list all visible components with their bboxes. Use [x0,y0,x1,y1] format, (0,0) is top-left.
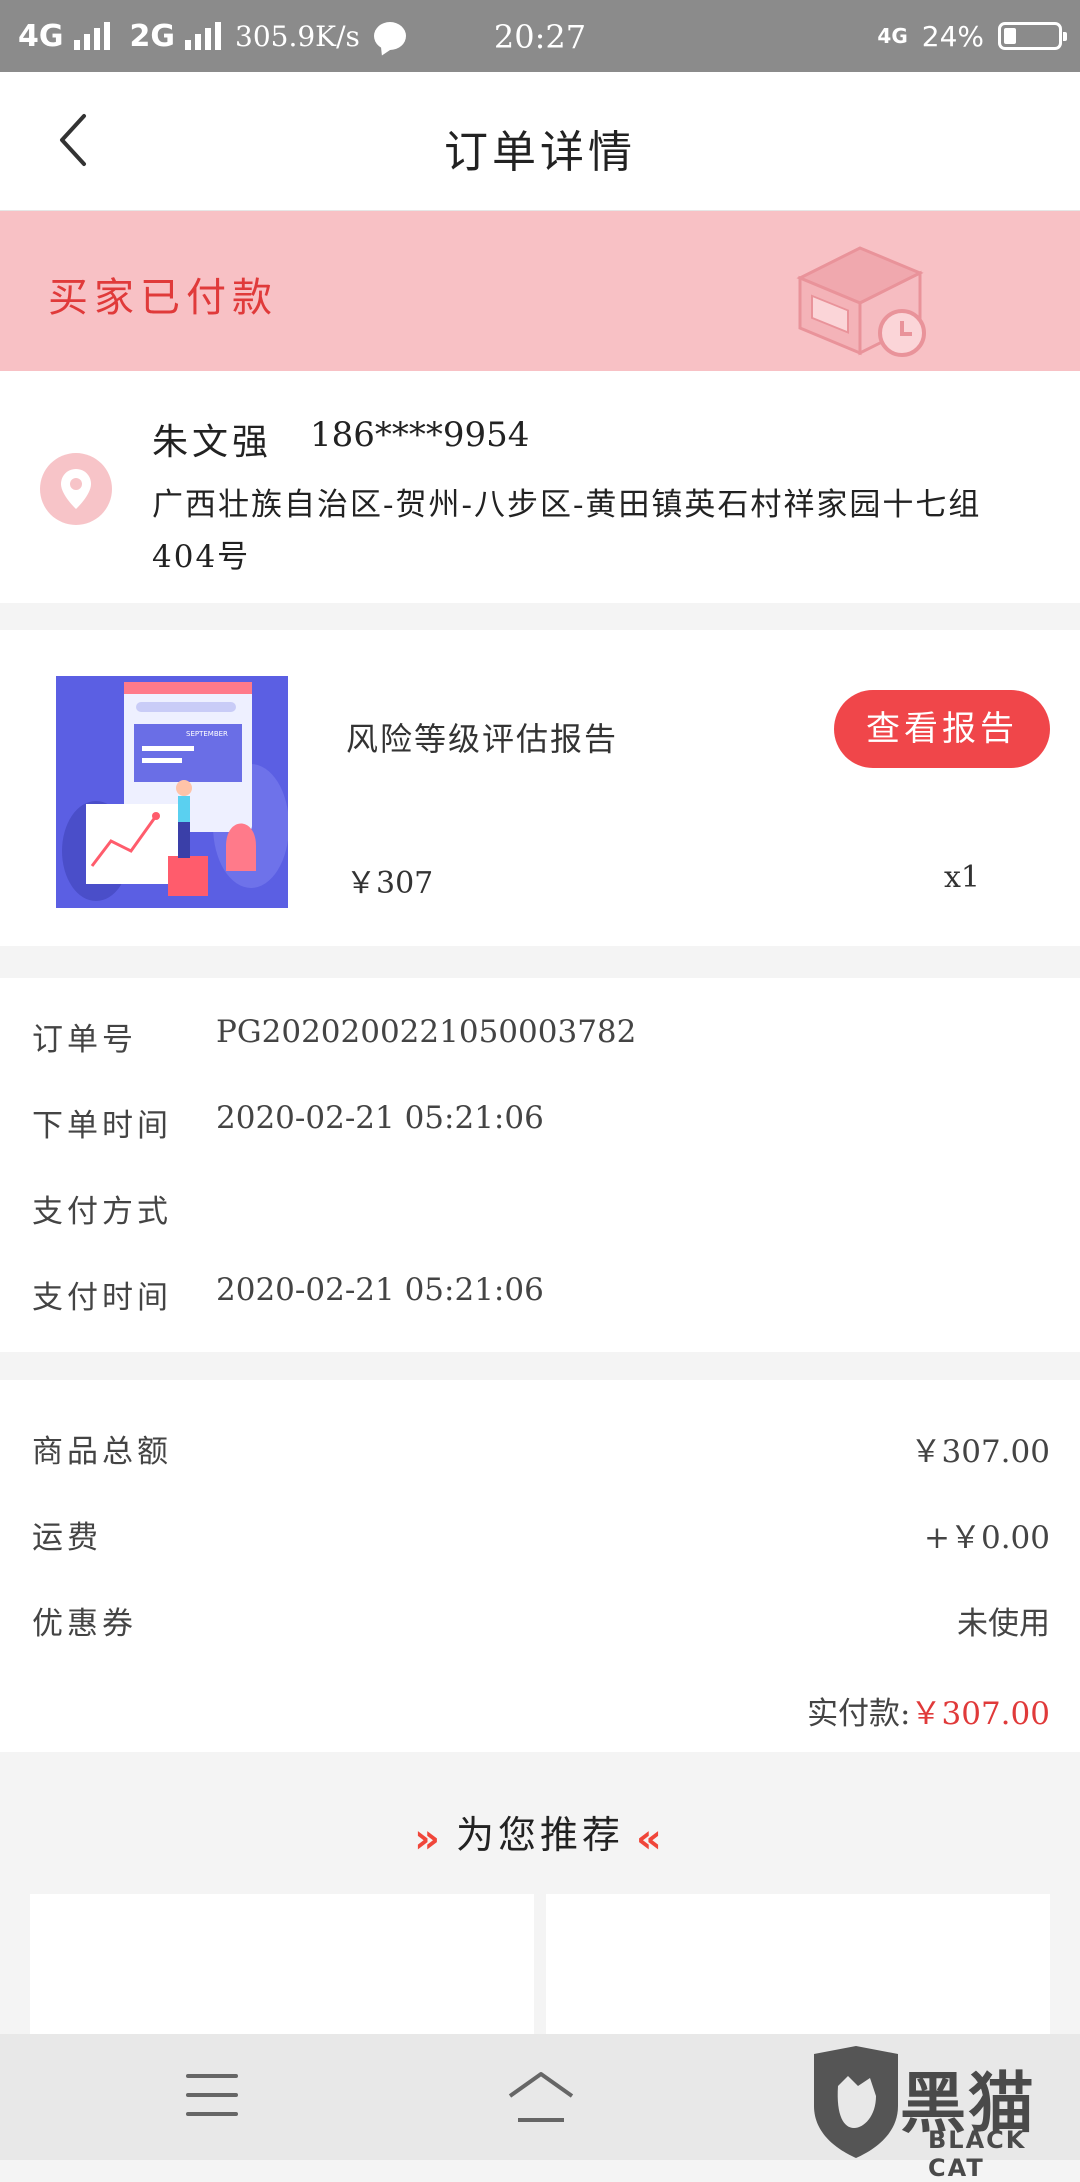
coupon-row: 优惠券 未使用 [32,1598,1050,1648]
recipient-phone: 186****9954 [310,415,530,455]
product-card: SEPTEMBER 风险等级评估报告 查看报告 ￥307 x1 [0,630,1080,946]
amount-paid-label: 实付款: [807,1696,911,1732]
payment-time-value: 2020-02-21 05:21:06 [216,1272,544,1308]
shipping-value: +￥0.00 [924,1520,1050,1556]
address-detail: 广西壮族自治区-贺州-八步区-黄田镇英石村祥家园十七组404号 [152,487,982,575]
battery-percent: 24% [921,19,984,53]
watermark-en: BLACK CAT [928,2126,1027,2182]
subtotal-row: 商品总额 ￥307.00 [32,1426,1050,1476]
coupon-value: 未使用 [957,1606,1050,1642]
shipping-address: 朱文强 186****9954 广西壮族自治区-贺州-八步区-黄田镇英石村祥家园… [0,371,1080,603]
recipient-name: 朱文强 [152,422,273,463]
order-status-text: 买家已付款 [48,275,278,321]
status-right: 4G 24% [877,16,1067,56]
order-time-label: 下单时间 [32,1108,172,1144]
coupon-label: 优惠券 [32,1606,137,1642]
shipping-row: 运费 +￥0.00 [32,1512,1050,1562]
payment-method-label: 支付方式 [32,1194,172,1230]
status-bar: 4G 2G 305.9K/s 20:27 4G 24% [0,0,1080,72]
battery-icon [998,22,1067,50]
menu-icon[interactable] [186,2074,238,2120]
location-pin-icon [40,453,112,525]
recommend-card[interactable] [546,1894,1050,2054]
product-thumbnail[interactable]: SEPTEMBER [56,676,288,908]
order-status-banner: 买家已付款 [0,211,1080,371]
recommend-card[interactable] [30,1894,534,2054]
order-time-value: 2020-02-21 05:21:06 [216,1100,544,1136]
product-name[interactable]: 风险等级评估报告 [346,714,618,760]
double-chevron-right-icon: » [414,1815,444,1862]
package-clock-icon [796,246,926,357]
product-price: ￥307 [346,866,434,901]
black-cat-watermark: 黑猫 BLACK CAT [808,2046,1080,2182]
double-chevron-left-icon: « [636,1815,666,1862]
payment-time-label: 支付时间 [32,1280,172,1316]
recommend-title: 为您推荐 [455,1813,624,1857]
nav-bar: 订单详情 [0,72,1080,211]
subtotal-value: ￥307.00 [910,1434,1050,1470]
view-report-button[interactable]: 查看报告 [834,690,1050,768]
order-info-section: 订单号 PG2020200221050003782 下单时间 2020-02-2… [0,978,1080,1352]
product-quantity: x1 [943,860,980,895]
report-illustration-icon: SEPTEMBER [56,676,288,908]
black-cat-logo [814,2046,898,2158]
thumb-label: SEPTEMBER [186,730,228,738]
amount-paid-value: ￥307.00 [910,1696,1050,1732]
recommend-section: » 为您推荐 « [0,1752,1080,2054]
order-number-label: 订单号 [32,1022,137,1058]
network-type-icon: 4G [877,24,908,48]
shipping-label: 运费 [32,1520,102,1556]
amount-paid: 实付款:￥307.00 [807,1688,1050,1733]
subtotal-label: 商品总额 [32,1434,172,1470]
order-number-value: PG2020200221050003782 [216,1014,637,1050]
order-totals-section: 商品总额 ￥307.00 运费 +￥0.00 优惠券 未使用 实付款:￥307.… [0,1380,1080,1752]
recommend-header: » 为您推荐 « [0,1804,1080,1862]
page-title: 订单详情 [444,127,636,178]
home-icon[interactable] [506,2070,576,2126]
